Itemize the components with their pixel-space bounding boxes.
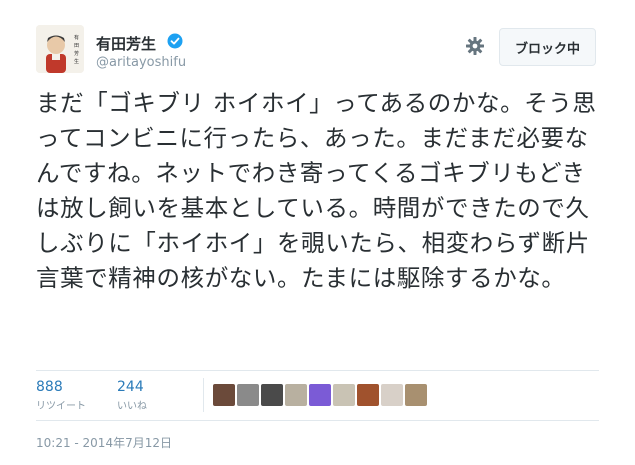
display-name[interactable]: 有田芳生: [96, 33, 156, 54]
svg-text:田: 田: [74, 43, 79, 49]
liker-avatar-9[interactable]: [405, 384, 427, 406]
liker-avatars: [213, 384, 427, 406]
liker-avatar-3[interactable]: [261, 384, 283, 406]
like-label: いいね: [117, 401, 147, 412]
like-count: 244: [117, 379, 144, 395]
svg-text:有: 有: [74, 34, 79, 41]
blocked-button[interactable]: ブロック中: [499, 28, 596, 66]
verified-badge-icon: [167, 33, 183, 49]
svg-text:生: 生: [74, 58, 79, 65]
gear-icon[interactable]: [465, 36, 485, 56]
retweet-count: 888: [36, 379, 63, 395]
liker-avatar-1[interactable]: [213, 384, 235, 406]
stats-separator: [203, 378, 204, 412]
liker-avatar-4[interactable]: [285, 384, 307, 406]
tweet-text: まだ「ゴキブリ ホイホイ」ってあるのかな。そう思ってコンビニに行ったら、あった。…: [36, 89, 597, 292]
retweet-stat[interactable]: 888 リツイート: [36, 379, 86, 412]
avatar-illustration: 有 田 芳 生: [36, 25, 84, 73]
like-stat[interactable]: 244 いいね: [117, 379, 147, 412]
liker-avatar-2[interactable]: [237, 384, 259, 406]
liker-avatar-5[interactable]: [309, 384, 331, 406]
divider-top: [36, 370, 599, 371]
retweet-label: リツイート: [36, 401, 86, 412]
tweet-timestamp[interactable]: 10:21 - 2014年7月12日: [36, 434, 172, 451]
tweet-card: 有 田 芳 生 有田芳生 @aritayoshifu ブロック中 まだ「ゴキブリ…: [0, 0, 635, 465]
profile-avatar[interactable]: 有 田 芳 生: [36, 25, 84, 73]
screen-name[interactable]: @aritayoshifu: [96, 55, 186, 70]
liker-avatar-6[interactable]: [333, 384, 355, 406]
liker-avatar-7[interactable]: [357, 384, 379, 406]
divider-bottom: [36, 420, 599, 421]
svg-text:芳: 芳: [74, 50, 79, 57]
liker-avatar-8[interactable]: [381, 384, 403, 406]
